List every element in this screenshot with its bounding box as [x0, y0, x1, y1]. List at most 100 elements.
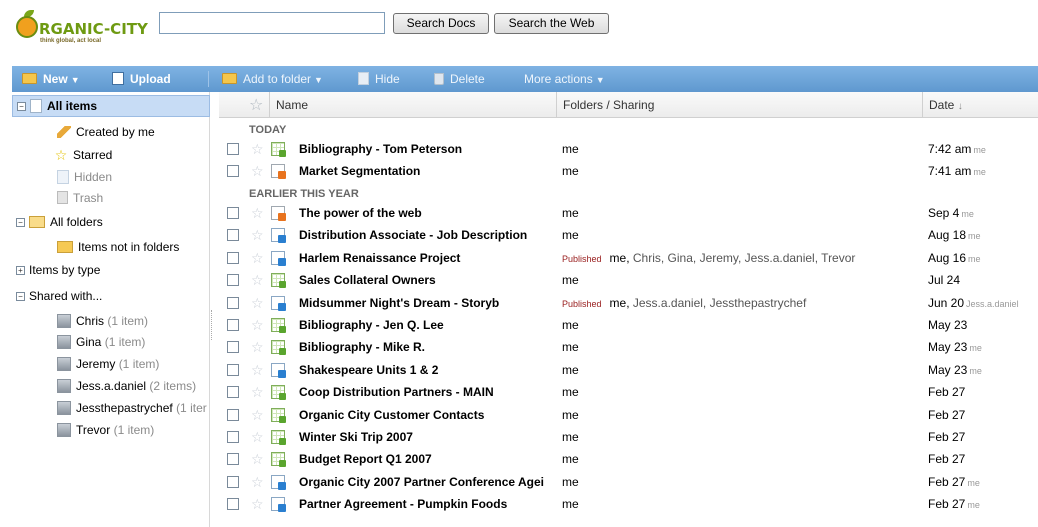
row-checkbox[interactable]	[227, 207, 239, 219]
row-checkbox[interactable]	[227, 143, 239, 155]
search-docs-button[interactable]: Search Docs	[393, 13, 489, 34]
star-icon[interactable]: ☆	[251, 138, 264, 160]
table-row[interactable]: ☆ Bibliography - Jen Q. Lee me May 23	[219, 314, 1038, 336]
table-row[interactable]: ☆ Midsummer Night's Dream - Storyb Publish…	[219, 292, 1038, 314]
collapse-icon[interactable]: −	[17, 102, 26, 112]
document-name-link[interactable]: Bibliography - Mike R.	[299, 336, 557, 358]
document-name-link[interactable]: Midsummer Night's Dream - Storyb	[299, 292, 557, 314]
table-row[interactable]: ☆ Partner Agreement - Pumpkin Foods me Feb …	[219, 493, 1038, 515]
search-input[interactable]	[159, 12, 385, 34]
search-web-button[interactable]: Search the Web	[494, 13, 609, 34]
sidebar-item-trash[interactable]: Trash	[57, 188, 103, 208]
row-checkbox[interactable]	[227, 475, 239, 488]
star-icon[interactable]: ☆	[251, 269, 264, 291]
sidebar-item-starred[interactable]: ☆ Starred	[54, 145, 113, 165]
organic-city-logo[interactable]: RGANIC-CITY think global, act local	[16, 10, 154, 46]
star-icon[interactable]: ☆	[251, 314, 264, 336]
star-icon[interactable]: ☆	[251, 426, 264, 448]
star-icon[interactable]: ☆	[251, 404, 264, 426]
row-checkbox[interactable]	[227, 408, 239, 421]
star-icon[interactable]: ☆	[251, 160, 264, 182]
column-header-name[interactable]: Name	[269, 92, 561, 118]
table-row[interactable]: ☆ Organic City 2007 Partner Conference Ag…	[219, 471, 1038, 493]
document-name-link[interactable]: Partner Agreement - Pumpkin Foods	[299, 493, 557, 515]
row-checkbox[interactable]	[227, 274, 239, 287]
collapse-icon[interactable]: −	[16, 218, 25, 228]
sidebar-resize-handle[interactable]	[211, 310, 214, 340]
document-name-link[interactable]: Bibliography - Jen Q. Lee	[299, 314, 557, 336]
collapse-icon[interactable]: −	[16, 292, 25, 302]
table-row[interactable]: ☆ Distribution Associate - Job Descriptio…	[219, 224, 1038, 246]
document-name-link[interactable]: Coop Distribution Partners - MAIN	[299, 381, 557, 403]
document-name-link[interactable]: Bibliography - Tom Peterson	[299, 138, 557, 160]
row-checkbox[interactable]	[227, 453, 239, 466]
star-icon[interactable]: ☆	[251, 224, 264, 246]
table-row[interactable]: ☆ Sales Collateral Owners me Jul 24	[219, 269, 1038, 291]
row-checkbox[interactable]	[227, 296, 239, 309]
sidebar-item-items-not-in-folders[interactable]: Items not in folders	[57, 237, 179, 257]
row-checkbox[interactable]	[227, 386, 239, 399]
document-name-link[interactable]: Market Segmentation	[299, 160, 557, 182]
row-checkbox[interactable]	[227, 341, 239, 354]
row-checkbox[interactable]	[227, 229, 239, 242]
star-icon[interactable]: ☆	[251, 292, 264, 314]
document-name-link[interactable]: Organic City Customer Contacts	[299, 404, 557, 426]
document-name-link[interactable]: Harlem Renaissance Project	[299, 247, 557, 269]
document-name-link[interactable]: Shakespeare Units 1 & 2	[299, 359, 557, 381]
table-row[interactable]: ☆ Shakespeare Units 1 & 2 me May 23 me	[219, 359, 1038, 381]
star-icon[interactable]: ☆	[251, 247, 264, 269]
sidebar-item-items-by-type[interactable]: + Items by type	[16, 260, 100, 280]
sidebar-item-all-folders[interactable]: − All folders	[16, 212, 103, 232]
sidebar-person-item[interactable]: Trevor (1 item)	[57, 420, 154, 440]
document-name-link[interactable]: Budget Report Q1 2007	[299, 448, 557, 470]
document-name-link[interactable]: The power of the web	[299, 202, 557, 224]
delete-button[interactable]: Delete	[434, 66, 485, 92]
table-row[interactable]: ☆ Bibliography - Mike R. me May 23 me	[219, 336, 1038, 358]
row-checkbox[interactable]	[227, 431, 239, 443]
document-name-link[interactable]: Winter Ski Trip 2007	[299, 426, 557, 448]
table-row[interactable]: ☆ Organic City Customer Contacts me Feb 27	[219, 404, 1038, 426]
column-header-date[interactable]: Date ↓	[922, 92, 1038, 118]
expand-icon[interactable]: +	[16, 266, 25, 276]
star-icon[interactable]: ☆	[251, 359, 264, 381]
document-name-link[interactable]: Distribution Associate - Job Description	[299, 224, 557, 246]
hide-button[interactable]: Hide	[358, 66, 400, 92]
star-icon[interactable]: ☆	[251, 471, 264, 493]
sidebar-item-all-items[interactable]: − All items	[12, 95, 210, 117]
star-icon[interactable]: ☆	[251, 336, 264, 358]
table-row[interactable]: ☆ Market Segmentation me 7:41 am me	[219, 160, 1038, 182]
document-name-link[interactable]: Sales Collateral Owners	[299, 269, 557, 291]
star-icon[interactable]: ☆	[251, 493, 264, 515]
document-name-link[interactable]: Organic City 2007 Partner Conference Age…	[299, 471, 557, 493]
more-actions-button[interactable]: More actions ▼	[524, 66, 605, 92]
sidebar-item-created-by-me[interactable]: Created by me	[57, 122, 155, 142]
sidebar-person-item[interactable]: Jeremy (1 item)	[57, 354, 159, 374]
table-row[interactable]: ☆ Harlem Renaissance Project Published me, …	[219, 247, 1038, 269]
star-column-icon[interactable]: ☆	[249, 95, 263, 115]
table-row[interactable]: ☆ Bibliography - Tom Peterson me 7:42 am me	[219, 138, 1038, 160]
star-icon[interactable]: ☆	[251, 381, 264, 403]
row-checkbox[interactable]	[227, 319, 239, 331]
table-row[interactable]: ☆ Coop Distribution Partners - MAIN me Feb …	[219, 381, 1038, 403]
column-header-sharing[interactable]: Folders / Sharing	[556, 92, 922, 118]
table-row[interactable]: ☆ The power of the web me Sep 4 me	[219, 202, 1038, 224]
add-to-folder-button[interactable]: Add to folder ▼	[222, 66, 323, 92]
table-row[interactable]: ☆ Winter Ski Trip 2007 me Feb 27	[219, 426, 1038, 448]
sidebar-person-item[interactable]: Jessthepastrychef (1 iter	[57, 398, 207, 418]
row-checkbox[interactable]	[227, 363, 239, 376]
row-checkbox[interactable]	[227, 165, 239, 178]
sidebar-item-hidden[interactable]: Hidden	[57, 167, 112, 187]
sidebar-person-item[interactable]: Jess.a.daniel (2 items)	[57, 376, 196, 396]
row-checkbox[interactable]	[227, 498, 239, 511]
row-checkbox[interactable]	[227, 251, 239, 264]
star-icon[interactable]: ☆	[251, 448, 264, 470]
upload-button[interactable]: Upload	[112, 66, 171, 92]
chevron-down-icon: ▼	[70, 75, 80, 85]
sidebar-person-item[interactable]: Chris (1 item)	[57, 311, 148, 331]
star-icon[interactable]: ☆	[251, 202, 264, 224]
sidebar-item-shared-with[interactable]: − Shared with...	[16, 286, 102, 306]
person-icon	[57, 422, 71, 437]
table-row[interactable]: ☆ Budget Report Q1 2007 me Feb 27	[219, 448, 1038, 470]
sidebar-person-item[interactable]: Gina (1 item)	[57, 332, 145, 352]
new-menu-button[interactable]: New ▼	[22, 66, 80, 92]
